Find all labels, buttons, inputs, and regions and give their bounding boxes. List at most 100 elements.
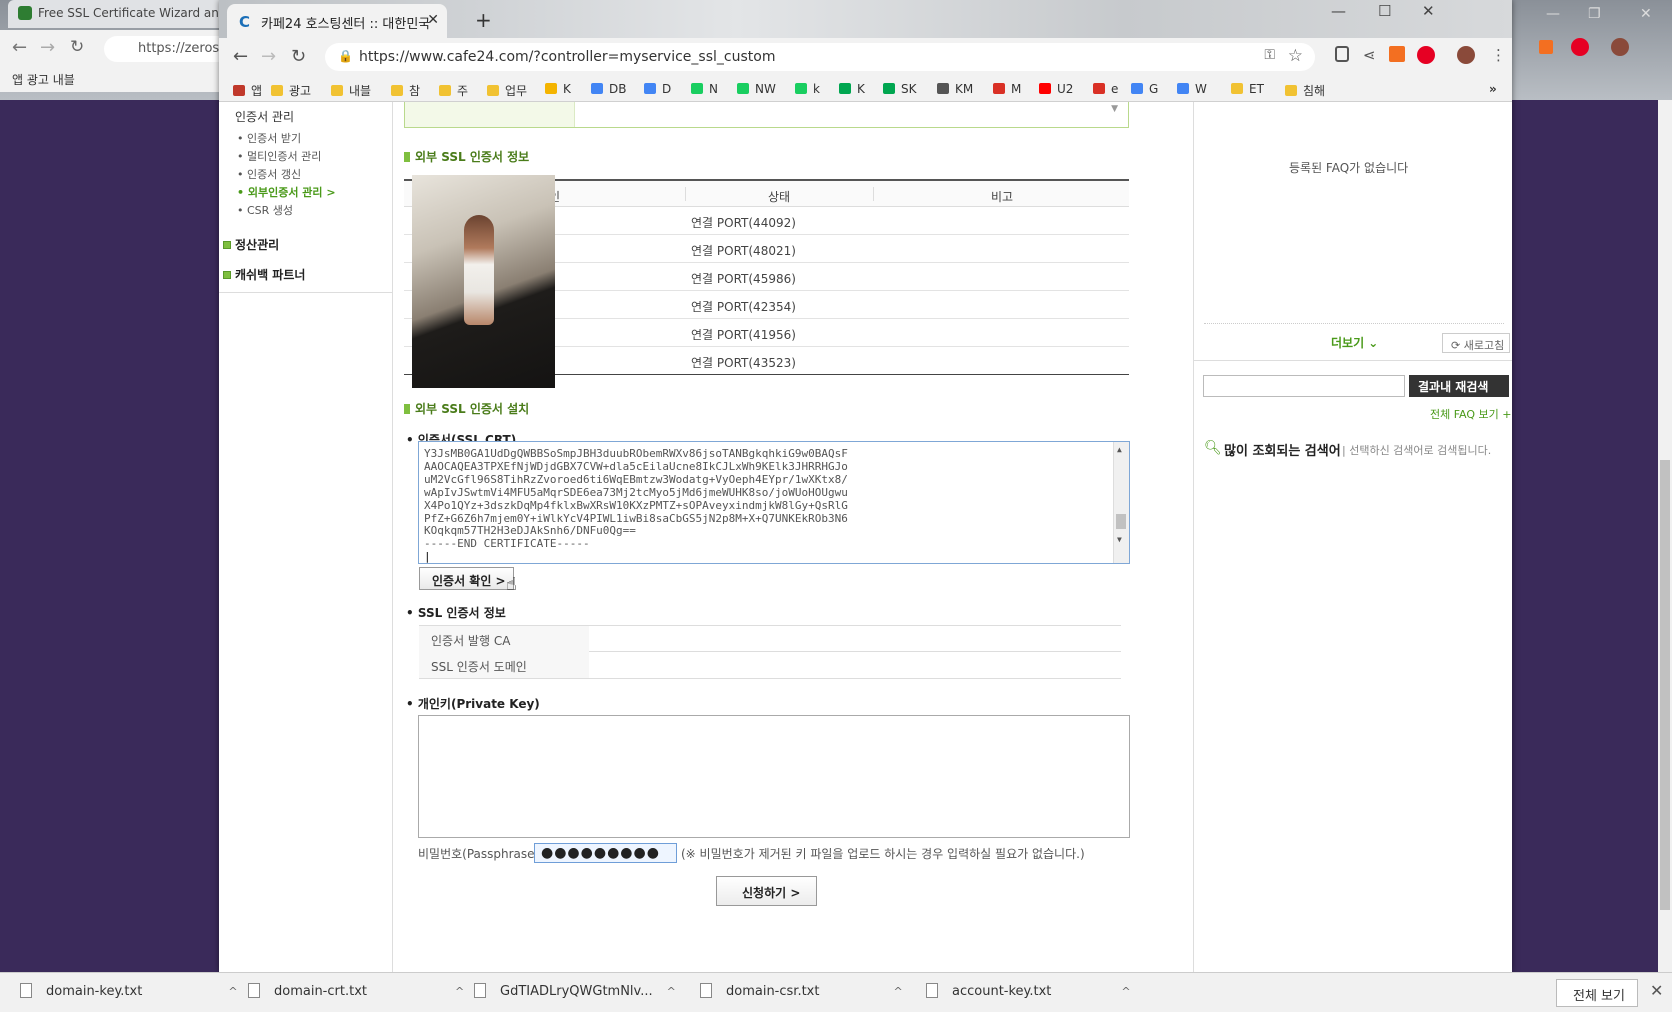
reload-icon[interactable]: ↻ [291,46,306,67]
right-column: 등록된 FAQ가 없습니다 더보기 ⌄ 전체 FAQ 보기 + 🔍︎ 많이 조회… [1193,102,1512,972]
download-item[interactable]: GdTIADLryQWGtmNlv... ^ [474,983,676,999]
bookmark-item[interactable]: 내블 [331,82,371,99]
nav-item[interactable]: • 인증서 받기 [237,130,301,146]
bookmark-item[interactable]: ET [1231,82,1264,96]
download-item[interactable]: domain-crt.txt ^ [248,983,464,999]
bookmark-item[interactable]: N [691,82,718,96]
chevron-up-icon: ^ [1121,985,1131,998]
nav-item[interactable]: • 인증서 갱신 [237,166,301,182]
column-header: 비고 [991,190,1014,204]
bookmark-item[interactable]: M [993,82,1021,96]
bookmark-item[interactable]: 앱 [233,82,262,99]
section-title: 외부 SSL 인증서 정보 [404,148,529,165]
download-item[interactable]: domain-key.txt ^ [20,983,238,999]
reload-icon[interactable]: ↻ [70,37,84,57]
background-extensions [1535,36,1672,66]
bookmark-item[interactable]: NW [737,82,776,96]
extension-icon[interactable] [1389,46,1405,62]
bookmark-item[interactable]: K [839,82,865,96]
menu-icon[interactable]: ⋮ [1491,46,1506,64]
close-icon[interactable]: ✕ [1650,981,1663,1000]
address-bar[interactable]: 🔒 https://www.cafe24.com/?controller=mys… [325,43,1315,71]
outer-scrollbar[interactable] [1658,100,1672,972]
extension-icon[interactable] [1539,40,1553,54]
forward-icon[interactable]: → [261,46,276,67]
nav-section[interactable]: 캐쉬백 파트너 [223,266,305,283]
window-close-icon[interactable]: ✕ [1422,2,1435,20]
nav-item[interactable]: • CSR 생성 [237,202,293,218]
bookmark-item[interactable]: 광고 [271,82,311,99]
url-text: https://www.cafe24.com/?controller=myser… [359,49,776,65]
back-icon[interactable]: ← [233,46,248,67]
profile-avatar-icon[interactable] [1611,38,1629,56]
pinterest-icon[interactable] [1571,38,1589,56]
all-faq-link[interactable]: 전체 FAQ 보기 + [1430,406,1512,422]
verify-cert-button[interactable]: 인증서 확인 > [419,567,514,590]
table-row: SSL 인증서 도메인 [419,652,1121,679]
chevron-up-icon: ^ [228,985,238,998]
top-box: ▼ [404,102,1129,128]
bookmark-item[interactable]: 참 [391,82,420,99]
textarea-scrollbar[interactable]: ▲ ▼ [1113,442,1129,563]
extension-icon[interactable] [1335,46,1349,62]
more-link[interactable]: 더보기 ⌄ [1331,334,1378,351]
submit-button[interactable]: 신청하기 > [716,876,817,906]
private-key-textarea[interactable] [418,715,1130,838]
dropdown-icon[interactable]: ▼ [1111,104,1118,114]
background-url-bar[interactable]: https://zeros [104,36,230,62]
scroll-up-icon[interactable]: ▲ [1117,444,1122,457]
refresh-button[interactable]: ⟳ 새로고침 [1442,333,1510,353]
back-icon[interactable]: ← [12,37,27,58]
bookmark-item[interactable]: K [545,82,571,96]
active-tab[interactable]: C 카페24 호스팅센터 :: 대한민국 ✕ [227,4,447,38]
ssl-info-label: • SSL 인증서 정보 [406,606,506,620]
research-button[interactable]: 결과내 재검색 [1409,375,1509,397]
cafe24-favicon-icon: C [239,13,251,31]
minimize-icon[interactable]: — [1331,2,1346,20]
nav-item[interactable]: • 멀티인증서 관리 [237,148,321,164]
restore-icon[interactable]: ❐ [1588,6,1601,22]
file-icon [20,983,32,998]
new-tab-icon[interactable]: + [475,8,492,32]
bookmark-item[interactable]: D [644,82,671,96]
profile-avatar-icon[interactable] [1457,46,1475,64]
bookmark-item[interactable]: 침해 [1285,82,1325,99]
bookmark-item[interactable]: 주 [439,82,468,99]
minimize-icon[interactable]: — [1546,6,1560,22]
background-tab[interactable]: Free SSL Certificate Wizard and [8,0,228,28]
faq-search-input[interactable] [1203,375,1405,397]
search-icon: 🔍︎ [1204,440,1222,456]
nav-item-active[interactable]: • 외부인증서 관리 > [237,184,336,200]
download-item[interactable]: domain-csr.txt ^ [700,983,903,999]
bookmark-item[interactable]: G [1131,82,1158,96]
show-all-button[interactable]: 전체 보기 [1556,979,1638,1007]
file-icon [926,983,938,998]
bookmark-item[interactable]: e [1093,82,1118,96]
maximize-icon[interactable]: ☐ [1378,2,1391,20]
passphrase-input[interactable]: ●●●●●●●●● [534,843,677,863]
bookmark-item[interactable]: DB [591,82,626,96]
pinterest-icon[interactable] [1417,46,1435,64]
passphrase-label: 비밀번호(Passphrase) [418,847,540,861]
bookmark-item[interactable]: KM [937,82,973,96]
close-icon[interactable]: ✕ [1640,6,1652,22]
tab-close-icon[interactable]: ✕ [427,12,439,28]
bookmarks-overflow-icon[interactable]: » [1489,82,1497,96]
main-content: ▼ 외부 SSL 인증서 정보 인 상태 비고 연결 PORT(44092) 연… [394,102,1146,972]
download-item[interactable]: account-key.txt ^ [926,983,1131,999]
chevron-up-icon: ^ [455,985,465,998]
bookmark-star-icon[interactable]: ☆ [1288,46,1303,66]
nav-section[interactable]: 정산관리 [223,236,279,253]
key-icon[interactable]: ⚿ [1264,47,1275,63]
scroll-down-icon[interactable]: ▼ [1117,534,1122,547]
chevron-up-icon: ^ [666,985,676,998]
bookmark-item[interactable]: k [795,82,820,96]
bookmark-item[interactable]: U2 [1039,82,1073,96]
share-icon[interactable]: ⋖ [1363,46,1376,64]
forward-icon[interactable]: → [40,37,55,58]
crt-textarea[interactable]: Y3JsMB0GA1UdDgQWBBSoSmpJBH3duubRObemRWXv… [418,441,1130,564]
overlay-photo [412,175,555,388]
bookmark-item[interactable]: SK [883,82,917,96]
bookmark-item[interactable]: W [1177,82,1207,96]
bookmark-item[interactable]: 업무 [487,82,527,99]
